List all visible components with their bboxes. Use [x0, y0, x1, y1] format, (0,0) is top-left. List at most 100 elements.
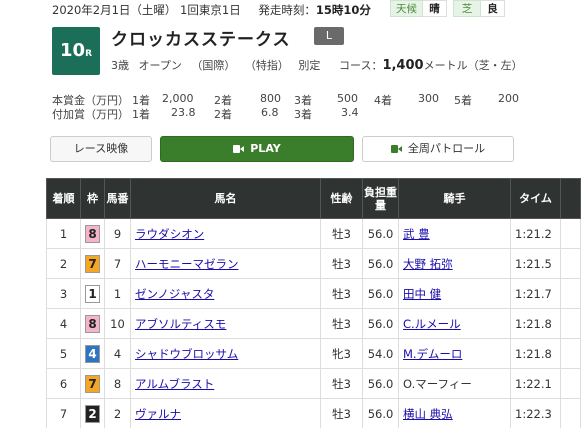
course-info: コース：1,400メートル（芝・左）: [339, 58, 523, 73]
rank: 2: [46, 248, 81, 279]
frame-badge: 1: [85, 284, 100, 303]
jockey-link[interactable]: 横山 典弘: [403, 407, 453, 421]
post-time: 発走時刻：15時10分: [258, 3, 371, 17]
rank: 1: [46, 218, 81, 249]
carried-weight: 56.0: [362, 368, 399, 399]
col-weight: 負担重量: [362, 178, 399, 219]
horse-name-link[interactable]: シャドウブロッサム: [135, 347, 238, 361]
jockey-link[interactable]: 田中 健: [403, 287, 441, 301]
jockey-cell: 田中 健: [398, 278, 511, 309]
added-prize-row: 付加賞（万円） 1着 23.8 2着 6.8 3着 3.4: [52, 106, 359, 121]
sex-age: 牡3: [320, 308, 363, 339]
horse-cell: ラウダシオン: [130, 218, 321, 249]
frame-cell: 2: [80, 398, 105, 428]
finish-time: 1:21.5: [510, 248, 561, 279]
jockey-cell: O.マーフィー: [398, 368, 511, 399]
sex-age: 牡3: [320, 278, 363, 309]
jockey-link[interactable]: M.デムーロ: [403, 347, 462, 361]
frame-badge: 4: [85, 344, 100, 363]
col-sex-age: 性齢: [320, 178, 363, 219]
play-button[interactable]: PLAY: [160, 136, 354, 162]
extra-cell: [560, 308, 581, 339]
col-horse-number: 馬番: [104, 178, 131, 219]
grade-badge: L: [314, 27, 344, 45]
race-number-badge: 10R: [52, 27, 100, 75]
frame-badge: 7: [85, 254, 100, 273]
jockey-link[interactable]: C.ルメール: [403, 317, 461, 331]
race-date: 2020年2月1日（土曜） 1回東京1日: [52, 3, 241, 17]
extra-cell: [560, 218, 581, 249]
col-jockey: 騎手: [398, 178, 511, 219]
horse-name-link[interactable]: ラウダシオン: [135, 227, 204, 241]
weather-label: 天候: [390, 0, 423, 17]
carried-weight: 56.0: [362, 248, 399, 279]
rank: 6: [46, 368, 81, 399]
jockey-link[interactable]: 大野 拓弥: [403, 257, 453, 271]
video-camera-icon: [233, 145, 245, 153]
race-name: クロッカスステークス: [111, 30, 291, 50]
sex-age: 牡3: [320, 218, 363, 249]
jockey-cell: C.ルメール: [398, 308, 511, 339]
frame-badge: 7: [85, 374, 100, 393]
finish-time: 1:21.2: [510, 218, 561, 249]
track-condition: 良: [481, 0, 505, 17]
result-row: 7 2 2 ヴァルナ 牡3 56.0 横山 典弘 1:22.3: [46, 398, 581, 428]
horse-cell: アルムブラスト: [130, 368, 321, 399]
horse-cell: シャドウブロッサム: [130, 338, 321, 369]
sex-age: 牡3: [320, 248, 363, 279]
jockey-cell: 武 豊: [398, 218, 511, 249]
sex-age: 牝3: [320, 338, 363, 369]
horse-name-link[interactable]: アブソルティスモ: [135, 317, 226, 331]
frame-cell: 7: [80, 248, 105, 279]
col-horse: 馬名: [130, 178, 321, 219]
horse-cell: アブソルティスモ: [130, 308, 321, 339]
rank: 7: [46, 398, 81, 428]
race-conditions: 3歳 オープン （国際） （特指） 別定: [111, 59, 321, 72]
jockey-cell: 大野 拓弥: [398, 248, 511, 279]
carried-weight: 56.0: [362, 278, 399, 309]
extra-cell: [560, 338, 581, 369]
finish-time: 1:21.7: [510, 278, 561, 309]
rank: 3: [46, 278, 81, 309]
finish-time: 1:21.8: [510, 338, 561, 369]
rank: 4: [46, 308, 81, 339]
carried-weight: 56.0: [362, 308, 399, 339]
main-prize-row: 本賞金（万円） 1着 2,000 2着 800 3着 500 4着 300 5着…: [52, 92, 519, 107]
horse-cell: ハーモニーマゼラン: [130, 248, 321, 279]
result-row: 1 8 9 ラウダシオン 牡3 56.0 武 豊 1:21.2: [46, 218, 581, 249]
horse-cell: ゼンノジャスタ: [130, 278, 321, 309]
patrol-video-button[interactable]: 全周パトロール: [362, 136, 514, 162]
jockey-cell: M.デムーロ: [398, 338, 511, 369]
frame-badge: 8: [85, 314, 100, 333]
jockey-name: O.マーフィー: [403, 376, 472, 391]
frame-cell: 8: [80, 308, 105, 339]
result-row: 5 4 4 シャドウブロッサム 牝3 54.0 M.デムーロ 1:21.8: [46, 338, 581, 369]
extra-cell: [560, 368, 581, 399]
carried-weight: 54.0: [362, 338, 399, 369]
horse-number: 10: [104, 308, 131, 339]
jockey-link[interactable]: 武 豊: [403, 227, 430, 241]
frame-badge: 8: [85, 224, 100, 243]
col-frame: 枠: [80, 178, 105, 219]
horse-number: 1: [104, 278, 131, 309]
horse-name-link[interactable]: アルムブラスト: [135, 377, 214, 391]
finish-time: 1:21.8: [510, 308, 561, 339]
result-row: 2 7 7 ハーモニーマゼラン 牡3 56.0 大野 拓弥 1:21.5: [46, 248, 581, 279]
extra-cell: [560, 278, 581, 309]
finish-time: 1:22.1: [510, 368, 561, 399]
col-time: タイム: [510, 178, 561, 219]
horse-number: 2: [104, 398, 131, 428]
frame-cell: 1: [80, 278, 105, 309]
horse-name-link[interactable]: ハーモニーマゼラン: [135, 257, 239, 271]
video-camera-icon: [390, 145, 402, 153]
race-video-button[interactable]: レース映像: [50, 136, 152, 162]
carried-weight: 56.0: [362, 398, 399, 428]
col-more: [560, 178, 581, 219]
frame-cell: 7: [80, 368, 105, 399]
horse-name-link[interactable]: ゼンノジャスタ: [135, 287, 214, 301]
horse-name-link[interactable]: ヴァルナ: [135, 407, 181, 421]
sex-age: 牡3: [320, 368, 363, 399]
sex-age: 牡3: [320, 398, 363, 428]
frame-cell: 8: [80, 218, 105, 249]
horse-number: 4: [104, 338, 131, 369]
